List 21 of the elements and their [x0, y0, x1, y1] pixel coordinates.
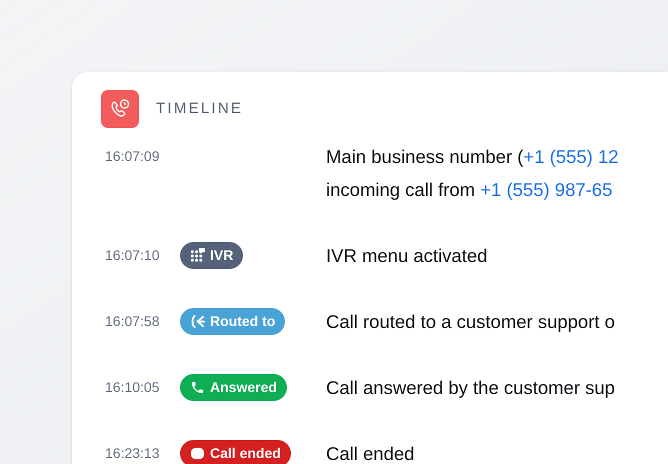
event-description: Call ended — [326, 442, 414, 464]
timeline-title: TIMELINE — [156, 98, 244, 119]
event-description: Call routed to a customer support o — [326, 310, 615, 334]
event-badge: Call ended — [180, 440, 291, 464]
event-description: IVR menu activated — [326, 244, 488, 268]
phone-number-link[interactable]: +1 (555) 987-65 — [480, 179, 612, 200]
event-time: 16:10:05 — [104, 378, 160, 397]
phone-arrow-icon — [190, 314, 205, 329]
event-badge: IVR — [180, 242, 244, 269]
event-time: 16:23:13 — [104, 444, 160, 463]
event-time: 16:07:10 — [104, 246, 160, 265]
event-badge: Routed to — [180, 308, 286, 335]
keypad-icon — [190, 248, 205, 263]
phone-number-link[interactable]: +1 (555) 12 — [523, 146, 619, 167]
phone-clock-icon — [101, 90, 139, 128]
event-time: 16:07:58 — [104, 312, 160, 331]
event-time: 16:07:09 — [104, 147, 160, 166]
event-description: Main business number (+1 (555) 12 incoming call from +1 (555) 987-65 — [326, 145, 619, 202]
event-badge: Answered — [180, 374, 287, 401]
event-description: Call answered by the customer sup — [326, 376, 615, 400]
phone-icon — [190, 380, 205, 395]
